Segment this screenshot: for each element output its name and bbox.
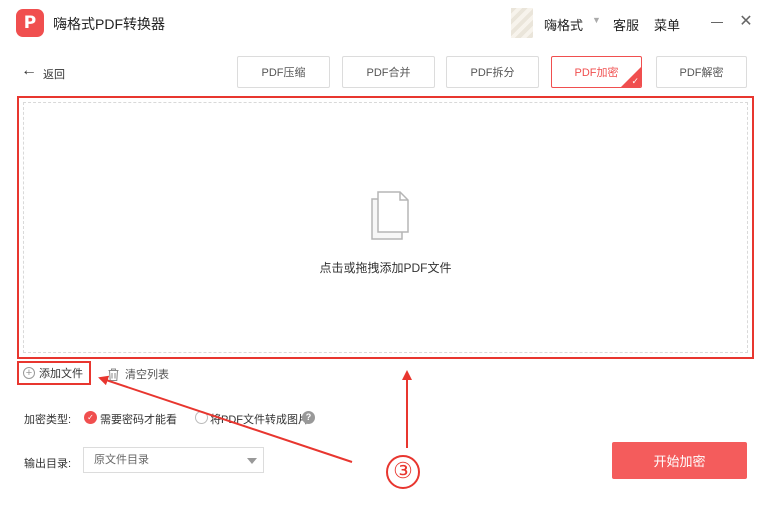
avatar[interactable] bbox=[511, 8, 533, 38]
tab-pdf-compress[interactable]: PDF压缩 bbox=[237, 56, 330, 88]
output-dir-label: 输出目录: bbox=[24, 458, 72, 470]
radio-to-image-label[interactable]: 将PDF文件转成图片 bbox=[210, 411, 309, 427]
drop-zone-highlight: 点击或拖拽添加PDF文件 bbox=[17, 96, 754, 359]
menu-button[interactable]: 菜单 bbox=[654, 15, 680, 34]
tab-label: PDF拆分 bbox=[470, 67, 515, 79]
tab-label: PDF压缩 bbox=[261, 67, 306, 79]
tab-pdf-encrypt[interactable]: PDF加密 ✓ bbox=[551, 56, 642, 88]
username[interactable]: 嗨格式 bbox=[544, 15, 583, 34]
radio-password-view-label[interactable]: 需要密码才能看 bbox=[100, 411, 177, 427]
add-file-button[interactable]: + 添加文件 bbox=[17, 361, 91, 385]
tab-pdf-decrypt[interactable]: PDF解密 bbox=[656, 56, 747, 88]
document-icon bbox=[371, 191, 409, 240]
clear-list-button[interactable]: 清空列表 bbox=[108, 366, 169, 382]
minimize-icon[interactable] bbox=[711, 22, 723, 23]
step-marker: ③ bbox=[386, 455, 420, 489]
tab-label: PDF解密 bbox=[679, 67, 724, 79]
radio-to-image[interactable] bbox=[195, 411, 208, 424]
check-icon: ✓ bbox=[631, 76, 639, 86]
encryption-type-label: 加密类型: bbox=[24, 414, 72, 426]
file-drop-zone[interactable]: 点击或拖拽添加PDF文件 bbox=[23, 102, 748, 353]
chevron-down-icon[interactable]: ▼ bbox=[592, 15, 601, 25]
app-logo-icon: P bbox=[16, 9, 44, 37]
start-encrypt-button[interactable]: 开始加密 bbox=[612, 442, 747, 479]
plus-circle-icon: + bbox=[23, 367, 35, 379]
add-file-label: 添加文件 bbox=[39, 368, 83, 380]
tab-label: PDF合并 bbox=[366, 67, 411, 79]
drop-zone-label: 点击或拖拽添加PDF文件 bbox=[319, 261, 452, 275]
tab-pdf-merge[interactable]: PDF合并 bbox=[342, 56, 435, 88]
service-button[interactable]: 客服 bbox=[613, 15, 639, 34]
tab-pdf-split[interactable]: PDF拆分 bbox=[446, 56, 539, 88]
radio-password-view[interactable]: ✓ bbox=[84, 411, 97, 424]
trash-icon bbox=[108, 368, 119, 381]
back-arrow-icon[interactable]: ← bbox=[21, 62, 37, 80]
title-bar: P 嗨格式PDF转换器 嗨格式 ▼ 客服 菜单 ✕ bbox=[0, 0, 768, 46]
output-dir-value: 原文件目录 bbox=[94, 454, 149, 466]
tab-label: PDF加密 bbox=[574, 67, 619, 79]
app-title: 嗨格式PDF转换器 bbox=[53, 16, 165, 32]
back-button[interactable]: 返回 bbox=[43, 66, 65, 82]
close-icon[interactable]: ✕ bbox=[737, 13, 755, 31]
chevron-down-icon bbox=[247, 458, 257, 464]
output-dir-select[interactable]: 原文件目录 bbox=[83, 447, 264, 473]
clear-list-label: 清空列表 bbox=[125, 369, 169, 381]
help-icon[interactable]: ? bbox=[302, 411, 315, 424]
